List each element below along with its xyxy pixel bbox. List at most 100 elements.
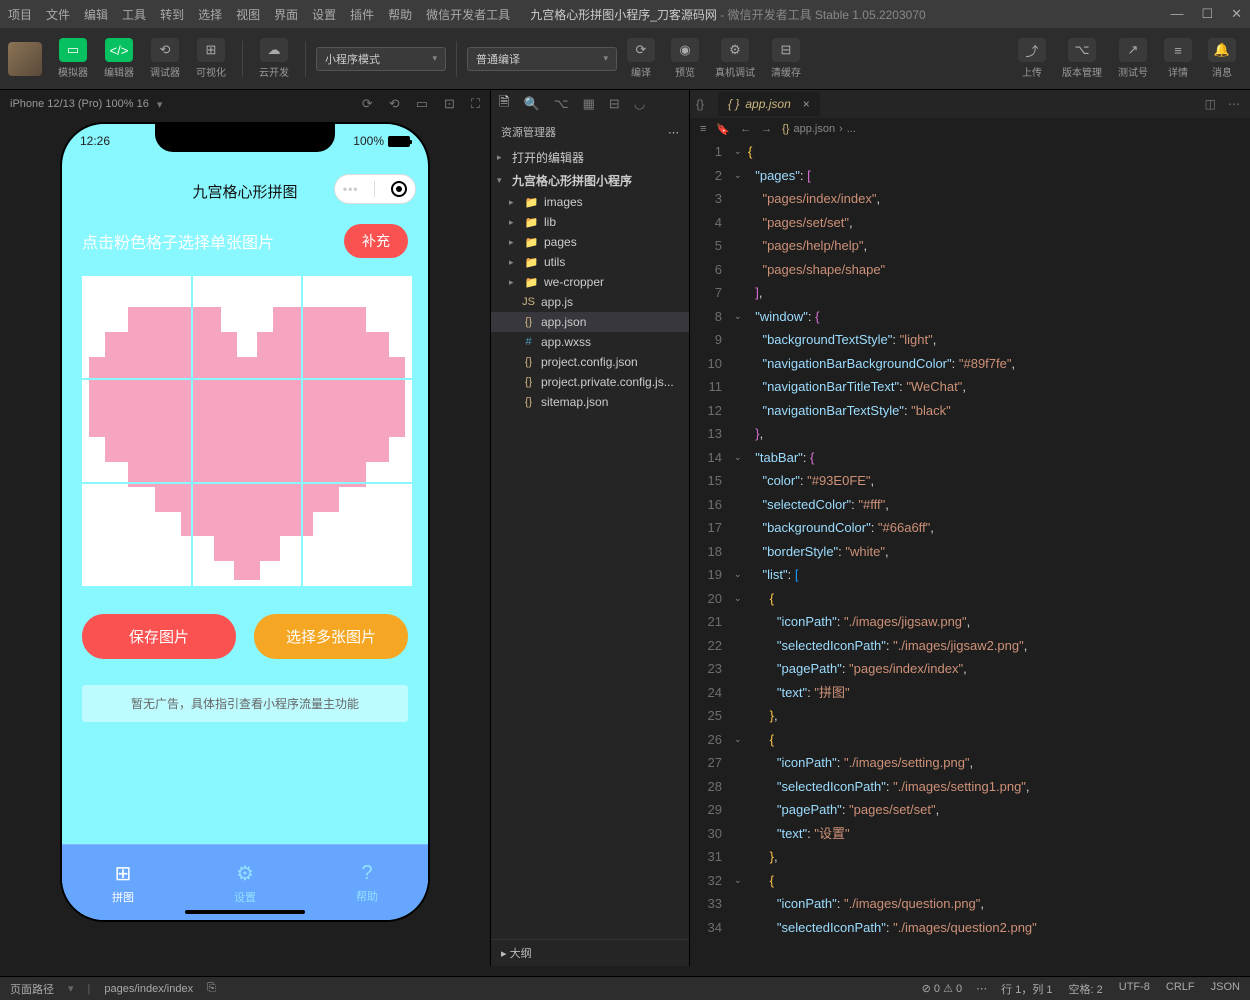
indent[interactable]: 空格: 2 xyxy=(1069,981,1103,997)
mode-dropdown[interactable]: 小程序模式 xyxy=(316,47,446,71)
page-path[interactable]: pages/index/index xyxy=(104,983,193,995)
open-editors-section[interactable]: ▸打开的编辑器 xyxy=(491,146,689,169)
cursor-pos[interactable]: 行 1，列 1 xyxy=(1001,981,1052,997)
tab-help[interactable]: ?帮助 xyxy=(306,845,428,920)
menu-item[interactable]: 选择 xyxy=(198,6,222,23)
more-icon[interactable]: ⋯ xyxy=(668,126,679,139)
hint-text: 点击粉色格子选择单张图片 xyxy=(82,229,274,253)
lang-mode[interactable]: JSON xyxy=(1211,981,1240,997)
menu-item[interactable]: 插件 xyxy=(350,6,374,23)
bowl-icon[interactable]: ◡ xyxy=(634,96,645,112)
message-button[interactable]: 🔔消息 xyxy=(1202,38,1242,79)
help-icon: ? xyxy=(361,862,372,885)
folder-pages[interactable]: ▸📁pages xyxy=(491,232,689,252)
multi-select-button[interactable]: 选择多张图片 xyxy=(254,614,408,659)
code-editor[interactable]: 1234567891011121314151617181920212223242… xyxy=(690,140,1250,939)
image-grid[interactable] xyxy=(82,276,412,586)
files-tab-icon[interactable]: 🗎 xyxy=(499,93,509,115)
minimize-icon[interactable]: — xyxy=(1170,6,1183,22)
copy-icon[interactable]: ⎘ xyxy=(207,982,216,995)
maximize-icon[interactable]: ☐ xyxy=(1201,6,1213,22)
version-button[interactable]: ⌥版本管理 xyxy=(1056,38,1108,79)
simulator-button[interactable]: ▭模拟器 xyxy=(52,38,94,79)
window-title: 九宫格心形拼图小程序_刀客源码网 - 微信开发者工具 Stable 1.05.2… xyxy=(530,6,925,23)
gutter-icon[interactable]: ≡ xyxy=(700,123,706,135)
avatar[interactable] xyxy=(8,42,42,76)
file-item[interactable]: {}app.json xyxy=(491,312,689,332)
menu-item[interactable]: 工具 xyxy=(122,6,146,23)
close-tab-icon[interactable]: × xyxy=(803,97,810,111)
menu-item[interactable]: 界面 xyxy=(274,6,298,23)
ad-placeholder: 暂无广告，具体指引查看小程序流量主功能 xyxy=(82,685,408,722)
file-item[interactable]: #app.wxss xyxy=(491,332,689,352)
debugger-button[interactable]: ⟲调试器 xyxy=(144,38,186,79)
menu-item[interactable]: 视图 xyxy=(236,6,260,23)
menu-icon[interactable]: ••• xyxy=(343,182,359,196)
close-icon[interactable]: ✕ xyxy=(1231,6,1242,22)
cloud-button[interactable]: ☁云开发 xyxy=(253,38,295,79)
db-icon[interactable]: ⊟ xyxy=(609,96,620,112)
menu-item[interactable]: 文件 xyxy=(46,6,70,23)
clearcache-button[interactable]: ⊟清缓存 xyxy=(765,38,807,79)
menu-item[interactable]: 帮助 xyxy=(388,6,412,23)
capsule-button[interactable]: ••• xyxy=(334,174,416,204)
split-icon[interactable]: ◫ xyxy=(1205,97,1216,111)
phone-simulator[interactable]: 12:26 100% 九宫格心形拼图 ••• 点击粉色格子选择单张图片 补充 xyxy=(60,122,430,922)
menu-item[interactable]: 项目 xyxy=(8,6,32,23)
ext-icon[interactable]: ▦ xyxy=(583,96,595,112)
folder-utils[interactable]: ▸📁utils xyxy=(491,252,689,272)
project-root[interactable]: ▾九宫格心形拼图小程序 xyxy=(491,169,689,192)
back-icon[interactable]: ← xyxy=(740,123,751,135)
fill-button[interactable]: 补充 xyxy=(344,224,408,258)
editor-pane: {} { }app.json× ◫ ⋯ ≡ 🔖 ← → {} app.json … xyxy=(690,90,1250,966)
menu-item[interactable]: 编辑 xyxy=(84,6,108,23)
editor-tab[interactable]: { }app.json× xyxy=(718,92,820,116)
file-item[interactable]: {}project.config.json xyxy=(491,352,689,372)
device-label[interactable]: iPhone 12/13 (Pro) 100% 16 xyxy=(10,98,149,110)
screenshot-icon[interactable]: ⊡ xyxy=(444,96,455,112)
save-button[interactable]: 保存图片 xyxy=(82,614,236,659)
expand-icon[interactable]: ⛶ xyxy=(471,96,480,112)
file-item[interactable]: {}sitemap.json xyxy=(491,392,689,412)
editor-button[interactable]: </>编辑器 xyxy=(98,38,140,79)
battery-icon xyxy=(388,136,410,147)
outline-section[interactable]: ▸ 大纲 xyxy=(491,939,689,966)
file-item[interactable]: {}project.private.config.js... xyxy=(491,372,689,392)
branch-icon[interactable]: ⌥ xyxy=(554,96,569,112)
forward-icon[interactable]: → xyxy=(761,123,772,135)
compile-button[interactable]: ⟳编译 xyxy=(621,38,661,79)
search-icon[interactable]: 🔍 xyxy=(523,96,539,112)
testno-button[interactable]: ↗测试号 xyxy=(1112,38,1154,79)
more-icon[interactable]: ⋯ xyxy=(1228,97,1240,111)
close-app-icon[interactable] xyxy=(391,181,407,197)
folder-images[interactable]: ▸📁images xyxy=(491,192,689,212)
menu-item[interactable]: 设置 xyxy=(312,6,336,23)
path-label: 页面路径 xyxy=(10,981,54,997)
tabbar: ⊞拼图 ⚙设置 ?帮助 xyxy=(62,844,428,920)
explorer-pane: 🗎 🔍 ⌥ ▦ ⊟ ◡ 资源管理器⋯ ▸打开的编辑器 ▾九宫格心形拼图小程序 ▸… xyxy=(490,90,690,966)
menu-item[interactable]: 微信开发者工具 xyxy=(426,6,510,23)
rotate-icon[interactable]: ⟲ xyxy=(389,96,400,112)
tab-settings[interactable]: ⚙设置 xyxy=(184,845,306,920)
home-indicator xyxy=(185,910,305,914)
folder-we-cropper[interactable]: ▸📁we-cropper xyxy=(491,272,689,292)
compile-dropdown[interactable]: 普通编译 xyxy=(467,47,617,71)
encoding[interactable]: UTF-8 xyxy=(1119,981,1150,997)
visual-button[interactable]: ⊞可视化 xyxy=(190,38,232,79)
breadcrumb[interactable]: {} app.json › ... xyxy=(782,123,856,135)
tab-jigsaw[interactable]: ⊞拼图 xyxy=(62,845,184,920)
eol[interactable]: CRLF xyxy=(1166,981,1195,997)
device-icon[interactable]: ▭ xyxy=(416,96,428,112)
realdebug-button[interactable]: ⚙真机调试 xyxy=(709,38,761,79)
detail-button[interactable]: ≡详情 xyxy=(1158,38,1198,79)
more-status-icon[interactable]: ⋯ xyxy=(976,982,987,995)
file-item[interactable]: JSapp.js xyxy=(491,292,689,312)
folder-lib[interactable]: ▸📁lib xyxy=(491,212,689,232)
errors[interactable]: ⊘ 0 ⚠ 0 xyxy=(922,982,963,995)
menu-item[interactable]: 转到 xyxy=(160,6,184,23)
menubar: 项目 文件 编辑 工具 转到 选择 视图 界面 设置 插件 帮助 微信开发者工具 xyxy=(8,6,510,23)
refresh-icon[interactable]: ⟳ xyxy=(362,96,373,112)
preview-button[interactable]: ◉预览 xyxy=(665,38,705,79)
bookmark-icon[interactable]: 🔖 xyxy=(716,123,730,136)
upload-button[interactable]: ⤴上传 xyxy=(1012,38,1052,79)
